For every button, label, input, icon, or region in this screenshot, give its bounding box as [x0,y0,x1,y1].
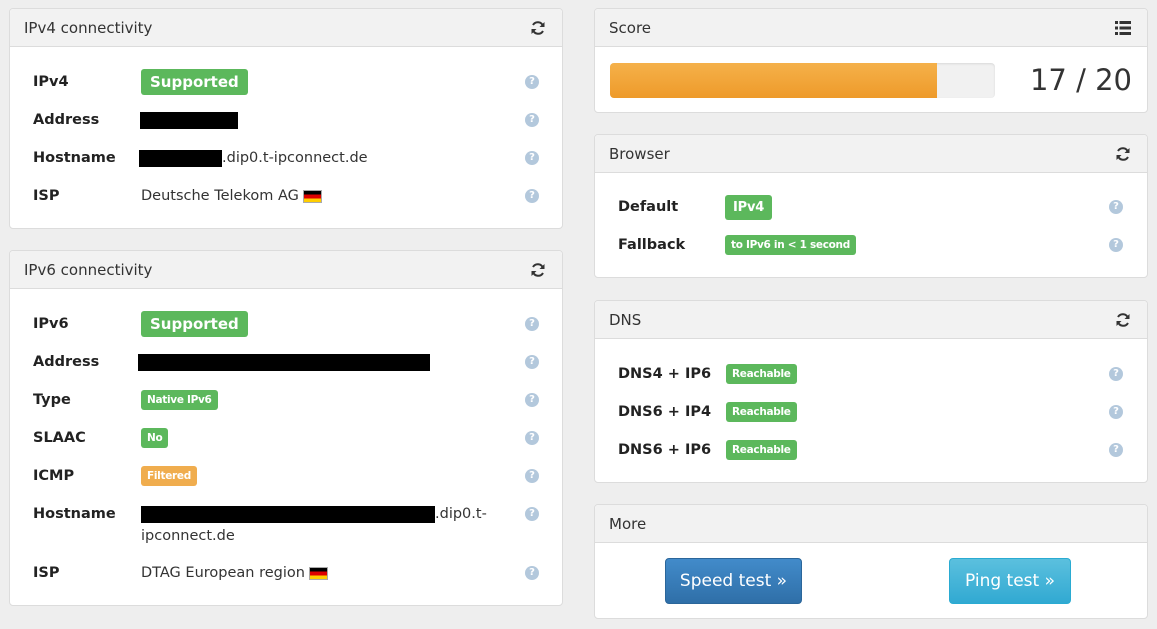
ipv6-icmp-row: ICMP Filtered ? [10,464,562,488]
redacted-address [140,111,238,129]
speed-test-button[interactable]: Speed test » [665,558,802,604]
ipv6-panel-heading: IPv6 connectivity [10,251,562,289]
reachable-badge: Reachable [726,402,797,422]
dns-panel-heading: DNS [595,301,1147,339]
ping-test-button[interactable]: Ping test » [949,558,1071,604]
dns6-ip4-label: DNS6 + IP4 [618,404,712,420]
slaac-label: SLAAC [33,430,86,446]
ipv6-address-row: Address ? [10,350,562,374]
score-progress-fill [610,63,938,98]
ipv4-row: IPv4 Supported ? [10,69,562,95]
ipv4-panel-heading: IPv4 connectivity [10,9,562,47]
score-progress-bar [610,63,995,98]
browser-fallback-row: Fallback to IPv6 in < 1 second ? [595,233,1147,257]
refresh-icon[interactable] [1113,144,1133,164]
fallback-badge: to IPv6 in < 1 second [725,235,856,255]
ipv6-panel-title: IPv6 connectivity [24,260,153,279]
hostname-label: Hostname [33,150,116,166]
list-icon[interactable] [1113,18,1133,38]
ipv6-hostname-row-continued: ipconnect.de [10,524,562,548]
isp-value: Deutsche Telekom AG [141,188,299,204]
dns-row: DNS6 + IP4 Reachable ? [595,400,1147,424]
ipv4-supported-badge: Supported [141,69,248,95]
ipv6-hostname-row: Hostname .dip0.t- ? [10,502,562,526]
default-label: Default [618,199,679,215]
refresh-icon[interactable] [528,260,548,280]
hostname-value: .dip0.t- [435,506,487,522]
score-value: 17 / 20 [1029,63,1132,97]
flag-germany-icon [302,189,322,203]
hostname-label: Hostname [33,506,116,522]
help-icon[interactable]: ? [525,355,539,369]
ipv4-isp-row: ISP Deutsche Telekom AG ? [10,184,562,208]
dns-row: DNS4 + IP6 Reachable ? [595,362,1147,386]
ipv6-label: IPv6 [33,316,69,332]
reachable-badge: Reachable [726,440,797,460]
help-icon[interactable]: ? [525,189,539,203]
ipv4-label: IPv4 [33,74,69,90]
refresh-icon[interactable] [528,18,548,38]
browser-default-row: Default IPv4 ? [595,194,1147,220]
type-label: Type [33,392,71,408]
isp-value: DTAG European region [141,565,305,581]
dns-panel: DNS DNS4 + IP6 Reachable ? DNS6 + IP4 Re… [594,300,1148,483]
help-icon[interactable]: ? [525,469,539,483]
help-icon[interactable]: ? [525,113,539,127]
dns-panel-title: DNS [609,310,642,329]
isp-label: ISP [33,188,60,204]
flag-germany-icon [308,566,328,580]
more-panel-heading: More [595,505,1147,543]
browser-panel-heading: Browser [595,135,1147,173]
ipv6-slaac-row: SLAAC No ? [10,426,562,450]
ipv6-type-row: Type Native IPv6 ? [10,388,562,412]
ipv6-supported-badge: Supported [141,311,248,337]
help-icon[interactable]: ? [525,75,539,89]
ipv6-row: IPv6 Supported ? [10,311,562,337]
ipv6-panel: IPv6 connectivity IPv6 Supported ? Addre… [9,250,563,606]
more-panel-title: More [609,514,647,533]
reachable-badge: Reachable [726,364,797,384]
icmp-label: ICMP [33,468,75,484]
address-label: Address [33,112,100,128]
help-icon[interactable]: ? [1109,200,1123,214]
ipv4-panel: IPv4 connectivity IPv4 Supported ? Addre… [9,8,563,229]
help-icon[interactable]: ? [525,507,539,521]
hostname-value: .dip0.t-ipconnect.de [222,150,368,166]
ipv4-panel-title: IPv4 connectivity [24,18,153,37]
score-panel-title: Score [609,18,652,37]
browser-panel-title: Browser [609,144,670,163]
help-icon[interactable]: ? [525,317,539,331]
icmp-filtered-badge: Filtered [141,466,197,486]
default-ipv4-badge: IPv4 [725,194,773,220]
help-icon[interactable]: ? [525,393,539,407]
help-icon[interactable]: ? [525,431,539,445]
isp-label: ISP [33,565,60,581]
redacted-address [138,353,430,371]
help-icon[interactable]: ? [1109,443,1123,457]
address-label: Address [33,354,100,370]
ipv6-isp-row: ISP DTAG European region ? [10,561,562,585]
slaac-no-badge: No [141,428,169,448]
dns-row: DNS6 + IP6 Reachable ? [595,438,1147,462]
redacted-hostname [139,149,222,167]
help-icon[interactable]: ? [1109,405,1123,419]
more-panel: More Speed test » Ping test » [594,504,1148,619]
score-panel: Score 17 / 20 [594,8,1148,113]
hostname-value-line2: ipconnect.de [141,528,235,544]
dns4-ip6-label: DNS4 + IP6 [618,366,712,382]
refresh-icon[interactable] [1113,310,1133,330]
native-ipv6-badge: Native IPv6 [141,390,218,410]
redacted-hostname [141,505,435,523]
help-icon[interactable]: ? [525,151,539,165]
help-icon[interactable]: ? [1109,238,1123,252]
ipv4-address-row: Address ? [10,108,562,132]
dns6-ip6-label: DNS6 + IP6 [618,442,712,458]
ipv4-hostname-row: Hostname .dip0.t-ipconnect.de ? [10,146,562,170]
fallback-label: Fallback [618,237,686,253]
browser-panel: Browser Default IPv4 ? Fallback to IPv6 … [594,134,1148,278]
score-panel-heading: Score [595,9,1147,47]
help-icon[interactable]: ? [525,566,539,580]
help-icon[interactable]: ? [1109,367,1123,381]
